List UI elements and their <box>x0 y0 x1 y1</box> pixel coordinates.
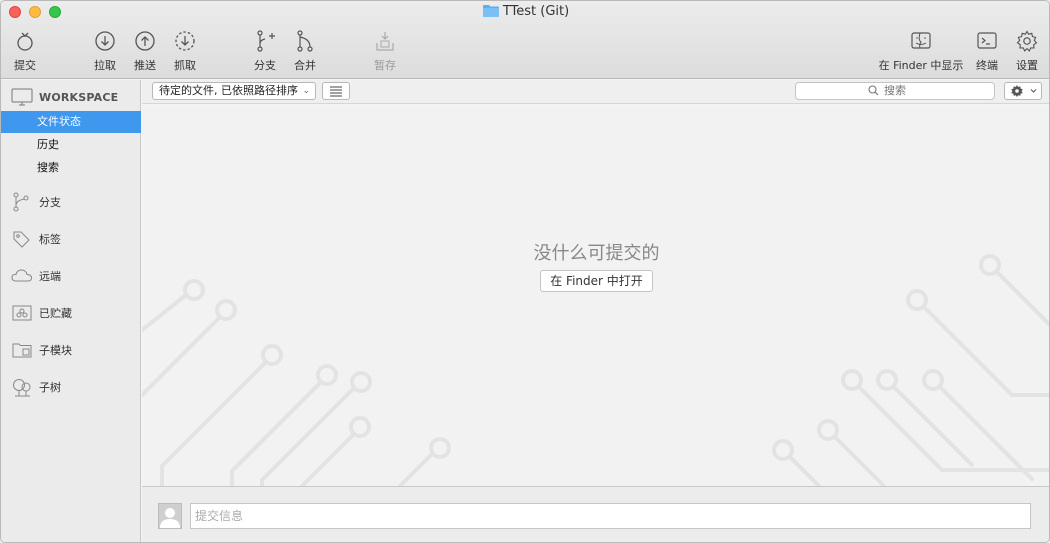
branch-icon <box>13 192 29 212</box>
sidebar-item-file-status[interactable]: 文件状态 <box>1 111 141 133</box>
merge-icon <box>297 30 313 52</box>
pull-label: 拉取 <box>94 59 116 72</box>
options-menu-button[interactable] <box>1004 82 1042 100</box>
commit-message-input[interactable] <box>191 504 1030 528</box>
sidebar-item-label: 历史 <box>37 138 59 151</box>
main-pane: 没什么可提交的 在 Finder 中打开 <box>142 105 1049 486</box>
pull-button[interactable]: 拉取 <box>91 29 119 73</box>
sort-filter-value: 待定的文件, 已依照路径排序 <box>159 84 298 97</box>
sidebar-section-label: 已贮藏 <box>39 307 72 320</box>
sidebar-section-subtrees[interactable]: 子树 <box>11 375 61 399</box>
sidebar-section-label: 子模块 <box>39 344 72 357</box>
terminal-icon <box>977 32 997 49</box>
commit-label: 提交 <box>14 59 36 72</box>
sidebar: WORKSPACE 文件状态 历史 搜索 分支 标签 远端 已贮藏 子模块 子树 <box>1 80 141 542</box>
search-field[interactable] <box>795 82 995 100</box>
sidebar-item-history[interactable]: 历史 <box>1 134 141 156</box>
filter-bar: 待定的文件, 已依照路径排序 ⌄ <box>142 80 1049 104</box>
commit-icon <box>17 32 33 51</box>
sidebar-section-label: 远端 <box>39 270 61 283</box>
window-title: TTest (Git) <box>1 4 1049 21</box>
sidebar-section-label: 子树 <box>39 381 61 394</box>
chevron-down-icon: ⌄ <box>302 86 310 96</box>
folder-icon <box>482 4 499 21</box>
window-title-text: TTest (Git) <box>502 4 570 19</box>
push-button[interactable]: 推送 <box>131 29 159 73</box>
sidebar-section-label: 标签 <box>39 233 61 246</box>
branch-button[interactable]: 分支 <box>251 29 279 73</box>
branch-label: 分支 <box>254 59 276 72</box>
sidebar-item-label: 文件状态 <box>37 115 81 128</box>
finder-icon <box>911 32 931 49</box>
stash-label: 暂存 <box>374 59 396 72</box>
commit-message-field[interactable] <box>190 503 1031 529</box>
monitor-icon <box>11 88 33 106</box>
sidebar-item-search[interactable]: 搜索 <box>1 157 141 179</box>
user-icon <box>160 508 180 528</box>
terminal-button[interactable]: 终端 <box>973 29 1001 73</box>
workspace-header: WORKSPACE <box>11 86 118 108</box>
stash-icon <box>376 32 394 51</box>
sidebar-section-stashes[interactable]: 已贮藏 <box>11 301 72 325</box>
commit-bar <box>142 486 1049 542</box>
sidebar-section-submodules[interactable]: 子模块 <box>11 338 72 362</box>
workspace-header-label: WORKSPACE <box>39 90 119 104</box>
sidebar-section-tags[interactable]: 标签 <box>11 227 61 251</box>
sidebar-section-branches[interactable]: 分支 <box>11 190 61 214</box>
tree-icon <box>13 379 31 397</box>
circuit-background-pattern <box>142 254 1049 486</box>
sidebar-item-label: 搜索 <box>37 161 59 174</box>
search-input[interactable] <box>884 84 974 97</box>
gear-icon <box>1011 85 1037 97</box>
open-in-finder-button[interactable]: 在 Finder 中打开 <box>540 270 653 292</box>
sidebar-section-label: 分支 <box>39 196 61 209</box>
merge-button[interactable]: 合并 <box>291 29 319 73</box>
merge-label: 合并 <box>294 59 316 72</box>
fetch-icon <box>175 31 195 51</box>
show-in-finder-label: 在 Finder 中显示 <box>878 59 964 72</box>
app-window: TTest (Git) 提交 拉取 推送 抓取 分支 合并 暂存 在 Finde… <box>0 0 1050 543</box>
sort-filter-select[interactable]: 待定的文件, 已依照路径排序 ⌄ <box>152 82 316 100</box>
settings-label: 设置 <box>1016 59 1038 72</box>
list-icon <box>330 86 342 97</box>
terminal-label: 终端 <box>976 59 998 72</box>
sidebar-section-remotes[interactable]: 远端 <box>11 264 61 288</box>
search-icon <box>868 85 879 96</box>
settings-button[interactable]: 设置 <box>1013 29 1041 73</box>
branch-icon <box>257 30 275 52</box>
push-icon <box>135 31 155 51</box>
tag-icon <box>13 231 30 248</box>
list-view-toggle[interactable] <box>322 82 350 100</box>
fetch-button[interactable]: 抓取 <box>171 29 199 73</box>
push-label: 推送 <box>134 59 156 72</box>
fetch-label: 抓取 <box>174 59 196 72</box>
gear-icon <box>1016 30 1038 52</box>
show-in-finder-button[interactable]: 在 Finder 中显示 <box>877 29 965 73</box>
commit-button[interactable]: 提交 <box>11 29 39 73</box>
avatar <box>158 503 182 529</box>
empty-state-message: 没什么可提交的 <box>533 243 660 264</box>
cloud-icon <box>11 269 33 282</box>
pull-icon <box>95 31 115 51</box>
toolbar: TTest (Git) 提交 拉取 推送 抓取 分支 合并 暂存 在 Finde… <box>1 1 1049 79</box>
submodule-folder-icon <box>12 343 32 358</box>
stash-button[interactable]: 暂存 <box>371 29 399 73</box>
stash-icon <box>12 305 32 321</box>
